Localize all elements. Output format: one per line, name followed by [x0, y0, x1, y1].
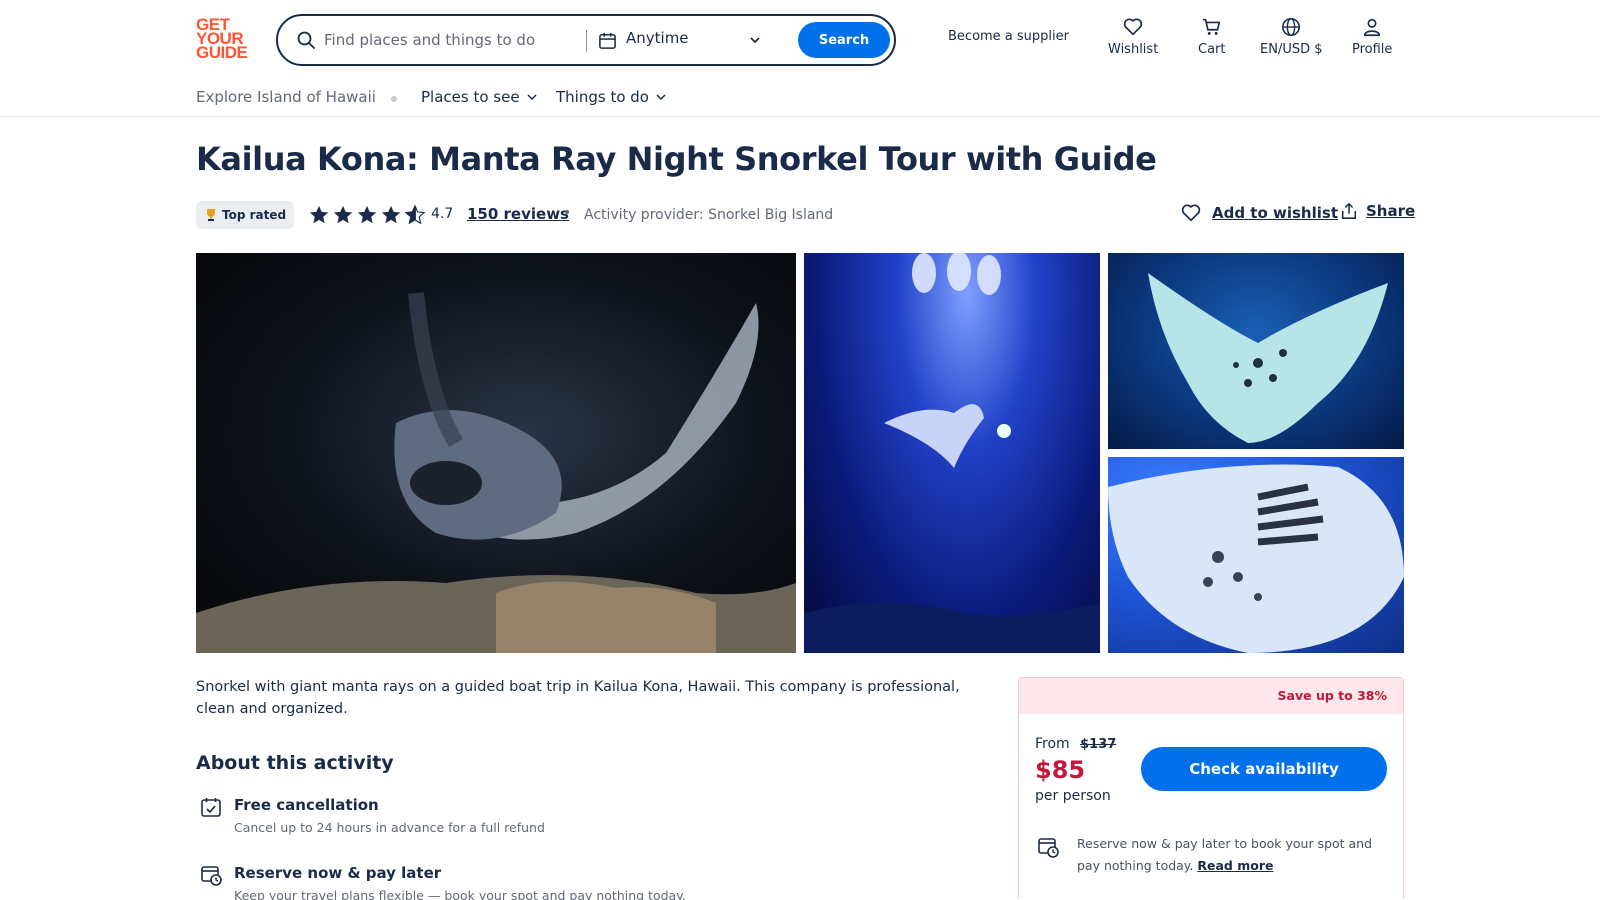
gallery-photo-2[interactable]	[804, 253, 1100, 653]
from-label: From	[1035, 736, 1070, 752]
manta-underside-photo	[1148, 273, 1388, 443]
heart-icon	[1123, 18, 1143, 36]
logo-line-3: GUIDE	[196, 43, 248, 62]
things-to-do-label: Things to do	[556, 88, 649, 106]
locale-nav[interactable]: EN/USD $	[1260, 16, 1323, 57]
calendar-icon	[599, 32, 616, 49]
cart-nav[interactable]: Cart	[1198, 16, 1226, 57]
date-picker-value[interactable]: Anytime	[626, 29, 689, 47]
chevron-down-icon[interactable]	[748, 33, 762, 47]
read-more-link[interactable]: Read more	[1197, 858, 1273, 873]
wishlist-nav[interactable]: Wishlist	[1108, 16, 1158, 57]
calendar-clock-icon	[201, 866, 222, 886]
trophy-icon	[207, 209, 215, 221]
current-price: $85	[1035, 756, 1086, 784]
rating-row: Top rated 4.7 150 reviews • Activity pro…	[196, 200, 1415, 230]
top-rated-label: Top rated	[222, 208, 287, 222]
become-supplier-link[interactable]: Become a supplier	[948, 29, 1069, 44]
places-to-see-label: Places to see	[421, 88, 520, 106]
calendar-check-icon	[201, 798, 221, 817]
heart-icon	[1181, 204, 1201, 222]
chevron-down-icon	[527, 94, 537, 101]
photo-gallery	[196, 253, 1404, 653]
feature-title: Free cancellation	[234, 796, 379, 814]
activity-description: Snorkel with giant manta rays on a guide…	[196, 679, 960, 717]
original-price: $137	[1080, 737, 1117, 752]
manta-closeup-photo	[1108, 464, 1404, 653]
star-half-icon	[404, 204, 426, 225]
manta-in-light-photo	[804, 253, 1100, 653]
feature-subtitle: Cancel up to 24 hours in advance for a f…	[234, 820, 545, 835]
star-icon	[381, 205, 401, 224]
activity-provider[interactable]: Activity provider: Snorkel Big Island	[584, 207, 833, 223]
save-banner: Save up to 38%	[1019, 678, 1403, 714]
check-availability-button[interactable]: Check availability	[1141, 747, 1387, 791]
things-to-do-menu[interactable]: Things to do	[556, 88, 667, 106]
price-from: From $137	[1035, 736, 1116, 752]
breadcrumb-dot	[391, 96, 397, 102]
manta-ray-photo	[196, 292, 796, 653]
profile-nav[interactable]: Profile	[1352, 16, 1392, 57]
share-icon	[1341, 202, 1357, 219]
save-text: Save up to 38%	[1277, 688, 1387, 703]
search-button[interactable]: Search	[798, 22, 890, 58]
site-header: GET YOUR GUIDE Anytime Search Become a s…	[0, 0, 1600, 117]
search-bar: Anytime Search	[276, 14, 896, 66]
gallery-photo-4[interactable]	[1108, 457, 1404, 653]
star-icon	[333, 205, 353, 224]
booking-card: Save up to 38% From $137 $85 per person …	[1018, 677, 1404, 899]
search-input[interactable]	[324, 26, 574, 54]
globe-icon	[1282, 17, 1301, 37]
share-label: Share	[1366, 202, 1416, 220]
wishlist-nav-label: Wishlist	[1108, 42, 1159, 57]
profile-nav-label: Profile	[1352, 42, 1393, 57]
star-rating	[308, 204, 426, 226]
feature-subtitle: Keep your travel plans flexible — book y…	[234, 888, 686, 900]
feature-title: Reserve now & pay later	[234, 864, 442, 882]
page-title: Kailua Kona: Manta Ray Night Snorkel Tou…	[196, 140, 1157, 178]
chevron-down-icon	[656, 94, 666, 101]
calendar-clock-icon	[1038, 838, 1059, 858]
reviews-link[interactable]: 150 reviews	[467, 205, 569, 223]
add-to-wishlist-button[interactable]: Add to wishlist	[1180, 202, 1338, 224]
star-icon	[309, 205, 329, 224]
reserve-note: Reserve now & pay later to book your spo…	[1077, 833, 1393, 877]
top-rated-badge: Top rated	[196, 201, 295, 229]
share-button[interactable]: Share	[1340, 202, 1415, 220]
profile-icon	[1364, 18, 1381, 37]
per-person-label: per person	[1035, 788, 1111, 804]
explore-breadcrumb[interactable]: Explore Island of Hawaii	[196, 88, 376, 106]
locale-nav-label: EN/USD $	[1260, 42, 1323, 57]
search-icon	[297, 31, 315, 49]
getyourguide-logo[interactable]: GET YOUR GUIDE	[196, 16, 256, 62]
cart-nav-label: Cart	[1198, 42, 1226, 57]
gallery-photo-main[interactable]	[196, 253, 796, 653]
search-divider	[586, 30, 587, 52]
rating-value: 4.7	[431, 206, 454, 222]
cart-icon	[1202, 18, 1220, 35]
separator-dot: •	[563, 205, 572, 221]
gallery-photo-3[interactable]	[1108, 253, 1404, 449]
about-activity-heading: About this activity	[196, 752, 394, 774]
places-to-see-menu[interactable]: Places to see	[421, 88, 538, 106]
star-icon	[357, 205, 377, 224]
add-to-wishlist-label: Add to wishlist	[1212, 204, 1338, 222]
